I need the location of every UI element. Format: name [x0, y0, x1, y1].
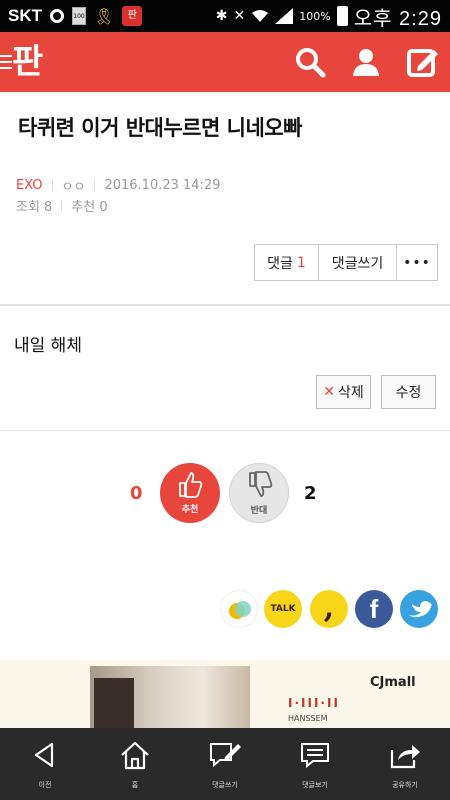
more-button[interactable]: •••	[397, 245, 437, 280]
ribbon-icon: 🎗	[94, 6, 115, 26]
battery-notification-icon: 100	[72, 7, 86, 25]
home-icon	[121, 741, 149, 770]
kakaotalk-icon: TALK	[270, 604, 296, 614]
app-header: 판	[0, 32, 450, 92]
edit-button[interactable]: 수정	[381, 375, 436, 409]
oppose-count: 2	[304, 483, 317, 504]
meta-divider	[51, 179, 53, 192]
bluetooth-icon: ✱	[215, 8, 228, 24]
nav-write-comment[interactable]: 댓글쓰기	[180, 728, 270, 800]
recommend-label: 추천	[181, 505, 199, 515]
nav-back-label: 이전	[38, 781, 52, 789]
meta-divider	[61, 199, 63, 212]
signal-icon	[275, 8, 294, 24]
compose-icon[interactable]	[406, 46, 438, 78]
bottom-navigation: 이전 홈 댓글쓰기 댓글보기 공유하기	[0, 728, 450, 800]
post-recommends: 추천 0	[71, 200, 108, 215]
kakaostory-icon	[229, 601, 251, 619]
post-category[interactable]: EXO	[16, 178, 43, 193]
back-icon	[34, 742, 54, 768]
ad-brand-mark: I·III·II	[288, 696, 340, 710]
mute-icon: ✕	[233, 8, 246, 24]
oppose-label: 반대	[250, 506, 268, 516]
recommend-count: 0	[130, 483, 143, 504]
twitter-icon	[409, 601, 432, 618]
menu-icon[interactable]	[0, 55, 12, 73]
section-divider	[0, 430, 450, 431]
delete-label: 삭제	[337, 385, 364, 401]
delete-button[interactable]: ✕ 삭제	[316, 375, 371, 409]
write-comment-button[interactable]: 댓글쓰기	[319, 245, 397, 280]
post-meta-line-1: EXO ㅇㅇ 2016.10.23 14:29	[16, 176, 220, 195]
sync-icon	[50, 9, 64, 23]
user-icon[interactable]	[350, 46, 382, 78]
facebook-icon: f	[369, 594, 379, 624]
clock: 오후 2:29	[353, 7, 442, 30]
share-icon	[390, 745, 420, 769]
notification-icons: 100 🎗 판	[50, 6, 143, 26]
wifi-icon	[252, 10, 269, 22]
ad-brand-name: HANSSEM	[288, 714, 328, 723]
post-body: 내일 해체	[14, 336, 82, 356]
view-comments-icon	[301, 743, 329, 769]
facebook-share-button[interactable]: f	[355, 590, 393, 628]
kakaostory-share-button[interactable]	[220, 590, 258, 628]
ad-cj-logo: CJmall	[370, 675, 416, 690]
delete-x-icon: ✕	[323, 384, 335, 400]
battery-icon	[336, 6, 348, 26]
ad-banner[interactable]: CJmall I·III·II HANSSEM	[0, 660, 450, 728]
search-icon[interactable]	[294, 46, 326, 78]
post-date: 2016.10.23 14:29	[104, 178, 221, 193]
post-author: ㅇㅇ	[61, 180, 86, 195]
nav-home-label: 홈	[131, 781, 139, 789]
write-comment-icon	[210, 743, 241, 768]
system-icons: ✱ ✕ 100% 오후 2:29	[216, 2, 442, 31]
pann-app-icon: 판	[122, 6, 143, 26]
section-divider	[0, 304, 450, 306]
oppose-button[interactable]: 반대	[229, 463, 289, 523]
nav-view-comments-label: 댓글보기	[302, 781, 328, 789]
pann-logo[interactable]: 판	[12, 40, 56, 84]
nav-home[interactable]: 홈	[90, 728, 180, 800]
nav-view-comments[interactable]: 댓글보기	[270, 728, 360, 800]
kakao-quote-icon: ,	[323, 590, 335, 625]
post-meta-line-2: 조회 8 추천 0	[16, 196, 108, 215]
thumbs-down-icon	[249, 471, 273, 497]
nav-back[interactable]: 이전	[0, 728, 90, 800]
comments-label: 댓글	[267, 255, 293, 272]
kakao-quote-share-button[interactable]: ,	[310, 590, 348, 628]
recommend-button[interactable]: 추천	[160, 463, 220, 523]
thumbs-up-icon	[179, 472, 203, 498]
comments-button[interactable]: 댓글 1	[255, 245, 319, 280]
post-title: 타퀴련 이거 반대누르면 니네오빠	[18, 116, 302, 140]
nav-write-comment-label: 댓글쓰기	[212, 781, 238, 789]
twitter-share-button[interactable]	[400, 590, 438, 628]
battery-percent: 100%	[299, 9, 331, 23]
carrier-label: SKT	[8, 6, 42, 25]
nav-share-label: 공유하기	[392, 781, 418, 789]
comment-button-group: 댓글 1 댓글쓰기 •••	[254, 244, 438, 281]
kakaotalk-share-button[interactable]: TALK	[264, 590, 302, 628]
ad-image	[90, 666, 250, 728]
meta-divider	[94, 179, 96, 192]
comment-count: 1	[296, 254, 306, 271]
nav-share[interactable]: 공유하기	[360, 728, 450, 800]
post-views: 조회 8	[16, 200, 53, 215]
status-bar: SKT 100 🎗 판 ✱ ✕ 100% 오후 2:29	[0, 0, 450, 32]
